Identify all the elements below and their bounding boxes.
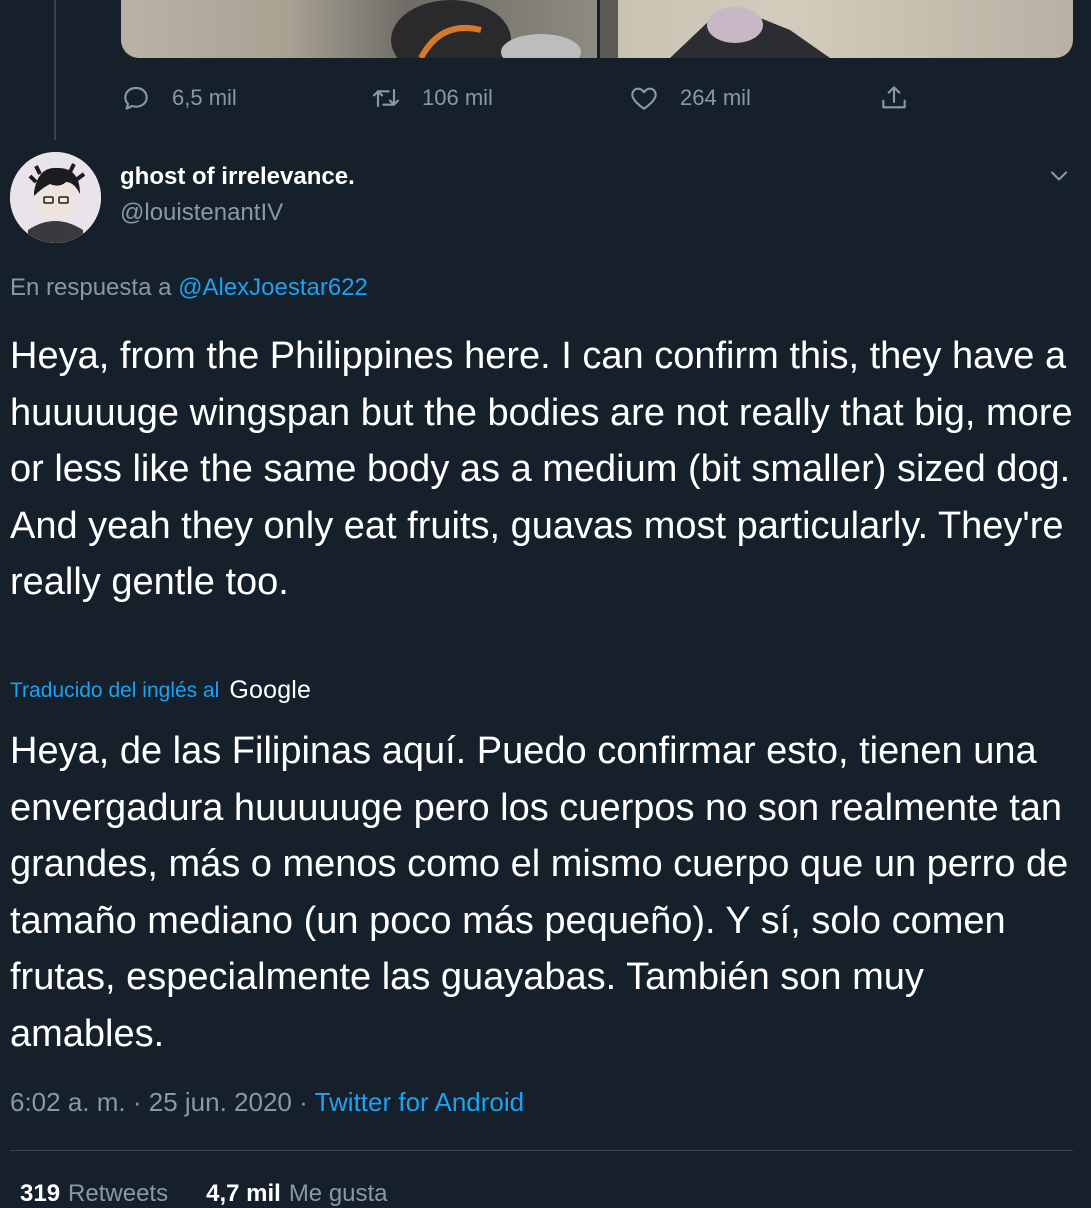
likes-stat-label: Me gusta xyxy=(288,1180,388,1207)
media-image-left[interactable] xyxy=(121,0,597,58)
likes-stat[interactable]: 4,7 mil Me gusta xyxy=(206,1180,387,1208)
share-button[interactable] xyxy=(878,78,930,118)
reply-icon xyxy=(124,86,148,110)
reply-count: 6,5 mil xyxy=(172,85,237,110)
tweet-text: Heya, from the Philippines here. I can c… xyxy=(10,335,1073,603)
google-logo: Google xyxy=(229,676,312,704)
retweet-button[interactable]: 106 mil xyxy=(370,78,628,118)
chevron-down-icon[interactable] xyxy=(1045,162,1073,190)
reply-context: En respuesta a @AlexJoestar622 xyxy=(10,274,368,302)
retweet-icon xyxy=(372,88,400,108)
translated-text: Heya, de las Filipinas aquí. Puedo confi… xyxy=(10,730,1069,1055)
tweet-time[interactable]: 6:02 a. m. xyxy=(10,1087,126,1117)
media-image-right[interactable] xyxy=(600,0,1073,58)
reply-prefix: En respuesta a xyxy=(10,274,172,301)
reply-mention-link[interactable]: @AlexJoestar622 xyxy=(178,274,368,301)
retweets-stat-label: Retweets xyxy=(68,1180,169,1207)
retweets-stat-count: 319 xyxy=(20,1180,61,1207)
reply-button[interactable]: 6,5 mil xyxy=(120,78,370,118)
tweet-metadata: 6:02 a. m. · 25 jun. 2020 · Twitter for … xyxy=(10,1087,524,1118)
meta-separator: · xyxy=(299,1087,308,1117)
author-handle[interactable]: @louistenantIV xyxy=(120,199,283,227)
previous-tweet-media[interactable] xyxy=(121,0,1073,58)
like-icon xyxy=(631,87,657,110)
tweet-source-link[interactable]: Twitter for Android xyxy=(315,1087,525,1117)
previous-tweet-actions: 6,5 mil 106 mil 264 mil xyxy=(120,78,930,118)
author-name[interactable]: ghost of irrelevance. xyxy=(120,163,355,191)
share-icon xyxy=(882,86,906,109)
likes-stat-count: 4,7 mil xyxy=(206,1180,281,1207)
translation-attribution: Traducido del inglés al Google xyxy=(10,676,311,705)
divider xyxy=(10,1150,1073,1151)
like-count: 264 mil xyxy=(680,85,751,110)
meta-separator: · xyxy=(132,1087,142,1117)
tweet-date[interactable]: 25 jun. 2020 xyxy=(149,1087,292,1117)
retweets-stat[interactable]: 319 Retweets xyxy=(20,1180,168,1208)
tweet-stats: 319 Retweets 4,7 mil Me gusta xyxy=(20,1180,426,1208)
thread-connector-line xyxy=(54,0,56,140)
avatar[interactable] xyxy=(10,152,101,243)
like-button[interactable]: 264 mil xyxy=(628,78,878,118)
retweet-count: 106 mil xyxy=(422,85,493,110)
translated-label[interactable]: Traducido del inglés al xyxy=(10,679,219,703)
